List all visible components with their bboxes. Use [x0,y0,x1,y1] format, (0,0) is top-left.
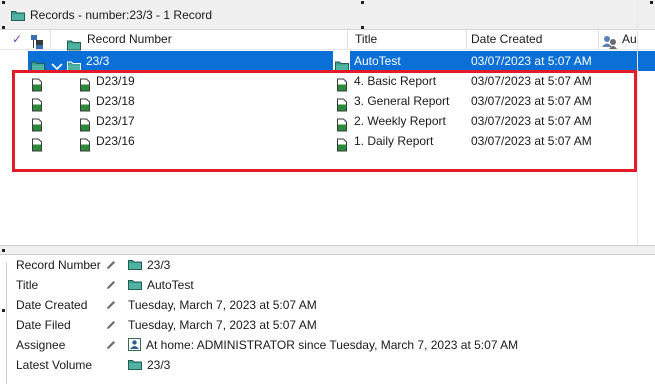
pencil-icon[interactable] [105,339,117,351]
property-value: Tuesday, March 7, 2023 at 5:07 AM [128,318,317,332]
user-icon [128,338,141,352]
property-label: Assignee [16,338,66,352]
property-value: 23/3 [128,255,170,275]
column-date-created[interactable]: Date Created [471,30,542,50]
properties-pane: Record Number 23/3 Title AutoTest Date C… [0,255,655,384]
property-value: At home: ADMINISTRATOR since Tuesday, Ma… [128,335,518,355]
resize-grip[interactable] [2,309,5,312]
folder-icon [11,10,25,21]
pencil-icon[interactable] [105,279,117,291]
column-title[interactable]: Title [355,30,377,50]
property-label: Date Filed [16,318,71,332]
property-label: Record Number [16,258,101,272]
resize-grip[interactable] [361,26,364,29]
property-label: Latest Volume [16,358,93,372]
folder-icon [128,279,142,290]
property-value: Tuesday, March 7, 2023 at 5:07 AM [128,298,317,312]
pencil-icon[interactable] [105,259,117,271]
property-label: Title [16,278,39,292]
pane-splitter[interactable] [0,245,655,255]
scrollbar-divider [637,0,638,245]
record-number: 23/3 [86,54,110,68]
pencil-icon[interactable] [105,299,117,311]
window-title-bar: Records - number:23/3 - 1 Record [0,0,655,30]
checkmark-icon[interactable]: ✓ [12,30,22,50]
folder-icon [128,259,142,270]
property-value: 23/3 [128,355,170,375]
table-row-selected[interactable]: 23/3 AutoTest 03/07/2023 at 5:07 AM [0,51,655,71]
highlight-annotation-box [12,70,637,172]
folder-icon [128,359,142,370]
property-value: AutoTest [128,275,194,295]
column-record-number[interactable]: Record Number [87,30,172,50]
resize-grip[interactable] [2,1,5,4]
window-title: Records - number:23/3 - 1 Record [30,8,213,22]
record-title: AutoTest [354,54,401,68]
column-extra[interactable]: Au [622,30,637,50]
resize-grip[interactable] [650,1,653,4]
hierarchy-icon[interactable] [30,32,44,52]
column-header-row: ✓ Record Number Title Date Created Au [0,30,655,50]
resize-grip[interactable] [2,249,5,252]
pane-left-border [6,262,7,384]
pencil-icon[interactable] [105,319,117,331]
resize-grip[interactable] [2,26,5,29]
users-icon [602,36,617,49]
property-label: Date Created [16,298,88,312]
resize-grip[interactable] [361,1,364,4]
date-created: 03/07/2023 at 5:07 AM [471,54,592,68]
